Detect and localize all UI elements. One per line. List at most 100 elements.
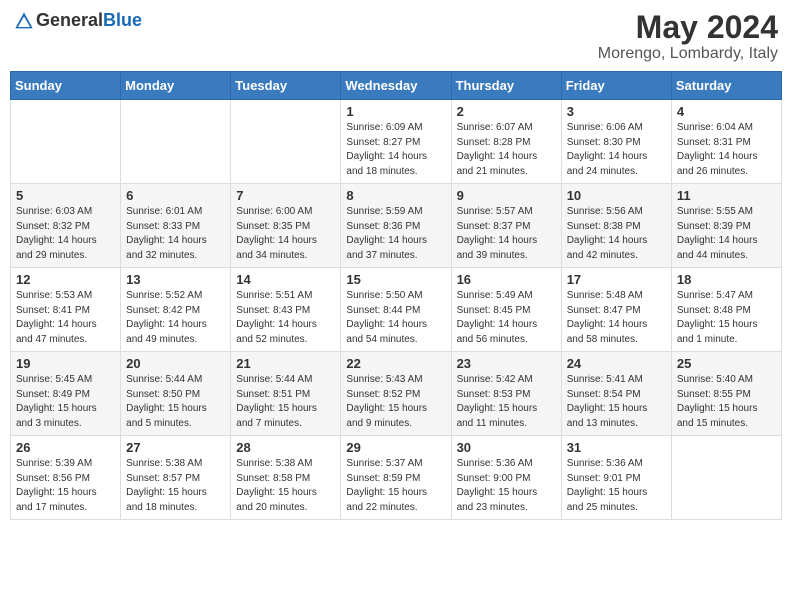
day-info: Sunrise: 5:45 AM Sunset: 8:49 PM Dayligh… [16, 373, 115, 431]
page-header: GeneralBlue May 2024 Morengo, Lombardy, … [10, 10, 782, 63]
day-info: Sunrise: 5:44 AM Sunset: 8:50 PM Dayligh… [126, 373, 225, 431]
day-number: 18 [677, 272, 776, 287]
day-info: Sunrise: 5:50 AM Sunset: 8:44 PM Dayligh… [346, 289, 445, 347]
day-info: Sunrise: 6:04 AM Sunset: 8:31 PM Dayligh… [677, 121, 776, 179]
day-number: 28 [236, 440, 335, 455]
calendar-header-row: SundayMondayTuesdayWednesdayThursdayFrid… [11, 72, 782, 100]
day-number: 21 [236, 356, 335, 371]
day-number: 20 [126, 356, 225, 371]
day-info: Sunrise: 5:42 AM Sunset: 8:53 PM Dayligh… [457, 373, 556, 431]
calendar-week-row: 5Sunrise: 6:03 AM Sunset: 8:32 PM Daylig… [11, 184, 782, 268]
day-info: Sunrise: 5:56 AM Sunset: 8:38 PM Dayligh… [567, 205, 666, 263]
calendar-cell: 14 Sunrise: 5:51 AM Sunset: 8:43 PM Dayli… [231, 268, 341, 352]
day-number: 4 [677, 104, 776, 119]
calendar-cell: 16Sunrise: 5:49 AM Sunset: 8:45 PM Dayli… [451, 268, 561, 352]
day-info: Sunrise: 6:00 AM Sunset: 8:35 PM Dayligh… [236, 205, 335, 263]
calendar-cell: 8 Sunrise: 5:59 AM Sunset: 8:36 PM Daylig… [341, 184, 451, 268]
day-number: 8 [346, 188, 445, 203]
calendar-week-row: 12Sunrise: 5:53 AM Sunset: 8:41 PM Dayli… [11, 268, 782, 352]
day-info: Sunrise: 5:48 AM Sunset: 8:47 PM Dayligh… [567, 289, 666, 347]
calendar-cell: 9 Sunrise: 5:57 AM Sunset: 8:37 PM Daylig… [451, 184, 561, 268]
calendar-cell: 11Sunrise: 5:55 AM Sunset: 8:39 PM Dayli… [671, 184, 781, 268]
day-header-tuesday: Tuesday [231, 72, 341, 100]
calendar-cell: 7 Sunrise: 6:00 AM Sunset: 8:35 PM Daylig… [231, 184, 341, 268]
calendar-cell: 19Sunrise: 5:45 AM Sunset: 8:49 PM Dayli… [11, 352, 121, 436]
day-info: Sunrise: 5:57 AM Sunset: 8:37 PM Dayligh… [457, 205, 556, 263]
calendar-table: SundayMondayTuesdayWednesdayThursdayFrid… [10, 71, 782, 520]
day-info: Sunrise: 6:03 AM Sunset: 8:32 PM Dayligh… [16, 205, 115, 263]
day-info: Sunrise: 5:55 AM Sunset: 8:39 PM Dayligh… [677, 205, 776, 263]
day-info: Sunrise: 5:52 AM Sunset: 8:42 PM Dayligh… [126, 289, 225, 347]
day-header-thursday: Thursday [451, 72, 561, 100]
calendar-week-row: 26 Sunrise: 5:39 AM Sunset: 8:56 PM Dayli… [11, 436, 782, 520]
calendar-cell: 18 Sunrise: 5:47 AM Sunset: 8:48 PM Dayli… [671, 268, 781, 352]
calendar-cell: 20 Sunrise: 5:44 AM Sunset: 8:50 PM Dayli… [121, 352, 231, 436]
day-info: Sunrise: 6:01 AM Sunset: 8:33 PM Dayligh… [126, 205, 225, 263]
calendar-cell: 31 Sunrise: 5:36 AM Sunset: 9:01 PM Dayli… [561, 436, 671, 520]
calendar-cell: 5Sunrise: 6:03 AM Sunset: 8:32 PM Daylig… [11, 184, 121, 268]
calendar-cell: 26 Sunrise: 5:39 AM Sunset: 8:56 PM Dayli… [11, 436, 121, 520]
calendar-cell: 24 Sunrise: 5:41 AM Sunset: 8:54 PM Dayli… [561, 352, 671, 436]
calendar-cell: 10 Sunrise: 5:56 AM Sunset: 8:38 PM Dayli… [561, 184, 671, 268]
day-number: 9 [457, 188, 556, 203]
day-info: Sunrise: 5:59 AM Sunset: 8:36 PM Dayligh… [346, 205, 445, 263]
day-number: 23 [457, 356, 556, 371]
day-info: Sunrise: 6:09 AM Sunset: 8:27 PM Dayligh… [346, 121, 445, 179]
day-info: Sunrise: 5:36 AM Sunset: 9:00 PM Dayligh… [457, 457, 556, 515]
day-number: 10 [567, 188, 666, 203]
calendar-cell: 15 Sunrise: 5:50 AM Sunset: 8:44 PM Dayli… [341, 268, 451, 352]
day-info: Sunrise: 5:53 AM Sunset: 8:41 PM Dayligh… [16, 289, 115, 347]
calendar-cell: 27Sunrise: 5:38 AM Sunset: 8:57 PM Dayli… [121, 436, 231, 520]
day-header-sunday: Sunday [11, 72, 121, 100]
day-number: 3 [567, 104, 666, 119]
day-number: 29 [346, 440, 445, 455]
day-number: 15 [346, 272, 445, 287]
day-number: 13 [126, 272, 225, 287]
calendar-cell: 23 Sunrise: 5:42 AM Sunset: 8:53 PM Dayli… [451, 352, 561, 436]
day-number: 25 [677, 356, 776, 371]
day-number: 1 [346, 104, 445, 119]
logo-text-blue: Blue [103, 10, 142, 30]
calendar-cell: 6 Sunrise: 6:01 AM Sunset: 8:33 PM Daylig… [121, 184, 231, 268]
day-header-monday: Monday [121, 72, 231, 100]
calendar-cell [11, 100, 121, 184]
calendar-cell: 28 Sunrise: 5:38 AM Sunset: 8:58 PM Dayli… [231, 436, 341, 520]
day-number: 17 [567, 272, 666, 287]
logo: GeneralBlue [14, 10, 142, 31]
calendar-cell [121, 100, 231, 184]
day-number: 27 [126, 440, 225, 455]
day-info: Sunrise: 5:36 AM Sunset: 9:01 PM Dayligh… [567, 457, 666, 515]
day-info: Sunrise: 5:47 AM Sunset: 8:48 PM Dayligh… [677, 289, 776, 347]
day-info: Sunrise: 5:43 AM Sunset: 8:52 PM Dayligh… [346, 373, 445, 431]
day-number: 24 [567, 356, 666, 371]
calendar-week-row: 19Sunrise: 5:45 AM Sunset: 8:49 PM Dayli… [11, 352, 782, 436]
day-info: Sunrise: 5:44 AM Sunset: 8:51 PM Dayligh… [236, 373, 335, 431]
calendar-cell: 17 Sunrise: 5:48 AM Sunset: 8:47 PM Dayli… [561, 268, 671, 352]
day-number: 31 [567, 440, 666, 455]
calendar-cell [231, 100, 341, 184]
day-header-friday: Friday [561, 72, 671, 100]
day-info: Sunrise: 5:38 AM Sunset: 8:58 PM Dayligh… [236, 457, 335, 515]
calendar-cell: 25Sunrise: 5:40 AM Sunset: 8:55 PM Dayli… [671, 352, 781, 436]
month-title: May 2024 [598, 10, 778, 45]
location-title: Morengo, Lombardy, Italy [598, 45, 778, 63]
day-number: 22 [346, 356, 445, 371]
day-header-saturday: Saturday [671, 72, 781, 100]
day-info: Sunrise: 5:49 AM Sunset: 8:45 PM Dayligh… [457, 289, 556, 347]
day-number: 7 [236, 188, 335, 203]
calendar-cell [671, 436, 781, 520]
calendar-cell: 3Sunrise: 6:06 AM Sunset: 8:30 PM Daylig… [561, 100, 671, 184]
day-info: Sunrise: 5:39 AM Sunset: 8:56 PM Dayligh… [16, 457, 115, 515]
day-number: 14 [236, 272, 335, 287]
day-number: 6 [126, 188, 225, 203]
logo-text-general: General [36, 10, 103, 30]
calendar-cell: 30Sunrise: 5:36 AM Sunset: 9:00 PM Dayli… [451, 436, 561, 520]
day-info: Sunrise: 5:37 AM Sunset: 8:59 PM Dayligh… [346, 457, 445, 515]
logo-icon [14, 11, 34, 31]
day-info: Sunrise: 5:51 AM Sunset: 8:43 PM Dayligh… [236, 289, 335, 347]
calendar-cell: 1 Sunrise: 6:09 AM Sunset: 8:27 PM Daylig… [341, 100, 451, 184]
calendar-cell: 2Sunrise: 6:07 AM Sunset: 8:28 PM Daylig… [451, 100, 561, 184]
day-number: 26 [16, 440, 115, 455]
day-info: Sunrise: 5:41 AM Sunset: 8:54 PM Dayligh… [567, 373, 666, 431]
calendar-cell: 22 Sunrise: 5:43 AM Sunset: 8:52 PM Dayli… [341, 352, 451, 436]
